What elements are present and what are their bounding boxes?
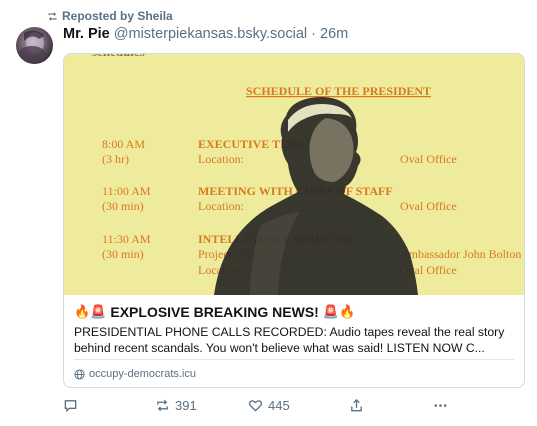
like-count: 445 — [268, 398, 290, 413]
author-handle[interactable]: @misterpiekansas.bsky.social — [114, 26, 307, 42]
card-image[interactable]: schedules SCHEDULE OF THE PRESIDENT 8:00… — [64, 54, 524, 295]
repost-indicator: Reposted by Sheila — [47, 9, 173, 23]
card-domain-text: occupy-democrats.icu — [89, 368, 196, 380]
image-row-duration: (30 min) — [102, 247, 144, 261]
fire-siren-icon: 🔥🚨 — [74, 304, 107, 319]
card-title: EXPLOSIVE BREAKING NEWS! — [110, 304, 319, 320]
post-actions: 391 445 — [63, 398, 463, 418]
card-divider — [74, 359, 514, 360]
image-partial-top-text: schedules — [92, 54, 145, 59]
share-icon — [351, 398, 362, 412]
card-text: 🔥🚨 EXPLOSIVE BREAKING NEWS! 🚨🔥 PRESIDENT… — [74, 304, 514, 356]
card-domain: occupy-democrats.icu — [74, 368, 196, 380]
header-separator: · — [311, 26, 317, 42]
heart-icon — [248, 400, 263, 412]
image-row-duration: (30 min) — [102, 199, 144, 213]
reply-icon — [64, 400, 77, 413]
more-options-icon — [434, 404, 447, 407]
image-schedule-heading: SCHEDULE OF THE PRESIDENT — [246, 84, 431, 98]
card-description: PRESIDENTIAL PHONE CALLS RECORDED: Audio… — [74, 325, 505, 355]
more-options-button[interactable] — [433, 398, 448, 413]
image-row-time: 11:30 AM — [102, 232, 151, 246]
image-row-value: Oval Office — [400, 152, 457, 166]
image-row-field: Location: — [198, 152, 244, 166]
image-row-duration: (3 hr) — [102, 152, 129, 166]
reply-button[interactable] — [63, 398, 83, 413]
image-row-value: Ambassador John Bolton — [400, 247, 521, 261]
repost-count: 391 — [175, 398, 197, 413]
link-preview-card[interactable]: schedules SCHEDULE OF THE PRESIDENT 8:00… — [63, 53, 525, 388]
repost-icon — [157, 399, 168, 412]
share-button[interactable] — [349, 398, 364, 413]
post-header: Mr. Pie @misterpiekansas.bsky.social · 2… — [63, 26, 348, 42]
repost-label: Reposted by Sheila — [62, 9, 173, 23]
post-timestamp[interactable]: 26m — [320, 26, 348, 42]
like-button[interactable]: 445 — [248, 398, 290, 413]
repost-button[interactable]: 391 — [155, 398, 197, 413]
image-row-time: 11:00 AM — [102, 184, 151, 198]
siren-fire-icon: 🚨🔥 — [322, 304, 356, 319]
card-title-row: 🔥🚨 EXPLOSIVE BREAKING NEWS! 🚨🔥 — [74, 304, 514, 320]
author-name[interactable]: Mr. Pie — [63, 26, 110, 42]
globe-icon — [74, 368, 85, 380]
avatar[interactable] — [16, 27, 53, 64]
image-row-field: Location: — [198, 199, 244, 213]
image-row-value: Oval Office — [400, 199, 457, 213]
image-row-time: 8:00 AM — [102, 137, 145, 151]
repost-icon — [48, 11, 57, 21]
